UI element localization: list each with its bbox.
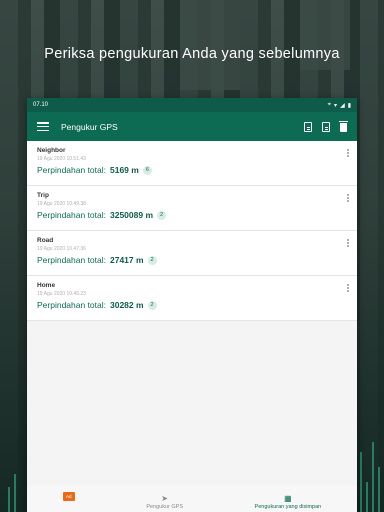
nav-ad[interactable]: Ad	[62, 492, 75, 510]
document-export-icon[interactable]	[322, 121, 330, 132]
app-bar-actions	[304, 121, 348, 132]
list-item[interactable]: Trip 19 Agu 2020 10.49.38 Perpindahan to…	[27, 186, 357, 231]
point-count-badge: 2	[147, 255, 157, 265]
total-label: Perpindahan total:	[37, 165, 106, 175]
signal-icon: ◢	[340, 102, 345, 109]
measurement-total: Perpindahan total: 30282 m 2	[37, 300, 347, 310]
total-value: 5169 m	[110, 165, 139, 175]
measurement-name: Road	[37, 237, 54, 244]
status-time: 07.10	[33, 102, 49, 108]
total-label: Perpindahan total:	[37, 300, 106, 310]
list-item[interactable]: Home 19 Agu 2020 10.46.23 Perpindahan to…	[27, 276, 357, 321]
app-title: Pengukur GPS	[61, 121, 118, 132]
document-icon[interactable]	[304, 121, 312, 132]
measurement-date: 19 Agu 2020 10.51.43	[37, 156, 86, 162]
point-count-badge: 6	[142, 165, 152, 175]
measurement-name: Home	[37, 282, 56, 289]
total-value: 30282 m	[110, 300, 144, 310]
status-bar: 07.10 ⌖ ▾ ◢ ▮	[27, 98, 357, 112]
trash-icon[interactable]	[339, 121, 348, 132]
bottom-navigation: Ad ➤ Pengukur GPS ▦ Pengukuran yang disi…	[27, 486, 357, 512]
measurement-total: Perpindahan total: 27417 m 2	[37, 255, 347, 265]
tab-saved-measurements[interactable]: ▦ Pengukuran yang disimpan	[255, 494, 322, 510]
app-bar: Pengukur GPS	[27, 112, 357, 141]
wifi-icon: ▾	[334, 102, 338, 109]
battery-icon: ▮	[347, 102, 351, 109]
point-count-badge: 2	[157, 210, 167, 220]
menu-icon[interactable]	[37, 122, 49, 131]
list-item[interactable]: Road 19 Agu 2020 10.47.36 Perpindahan to…	[27, 231, 357, 276]
measurement-name: Neighbor	[37, 147, 66, 154]
point-count-badge: 2	[147, 300, 157, 310]
list-item[interactable]: Neighbor 19 Agu 2020 10.51.43 Perpindaha…	[27, 141, 357, 186]
total-label: Perpindahan total:	[37, 255, 106, 265]
measurement-date: 19 Agu 2020 10.47.36	[37, 246, 86, 252]
measurement-list: Neighbor 19 Agu 2020 10.51.43 Perpindaha…	[27, 141, 357, 321]
measurement-date: 19 Agu 2020 10.46.23	[37, 291, 86, 297]
more-vert-icon[interactable]	[347, 194, 349, 202]
calendar-icon: ▦	[284, 494, 292, 503]
measurement-date: 19 Agu 2020 10.49.38	[37, 201, 86, 207]
total-label: Perpindahan total:	[37, 210, 106, 220]
promo-headline: Periksa pengukuran Anda yang sebelumnya	[44, 46, 340, 62]
measurement-total: Perpindahan total: 5169 m 6	[37, 165, 347, 175]
more-vert-icon[interactable]	[347, 149, 349, 157]
location-icon: ⌖	[327, 101, 332, 108]
ad-icon: Ad	[62, 492, 75, 501]
app-screen: 07.10 ⌖ ▾ ◢ ▮ Pengukur GPS Neighbor 19 A…	[27, 98, 357, 512]
tab-gps-measure[interactable]: ➤ Pengukur GPS	[146, 494, 183, 510]
more-vert-icon[interactable]	[347, 284, 349, 292]
measurement-name: Trip	[37, 192, 49, 199]
measurement-total: Perpindahan total: 3250089 m 2	[37, 210, 347, 220]
more-vert-icon[interactable]	[347, 239, 349, 247]
status-icons: ⌖ ▾ ◢ ▮	[328, 102, 351, 109]
navigation-arrow-icon: ➤	[161, 494, 168, 503]
tab-label: Pengukuran yang disimpan	[254, 504, 322, 510]
total-value: 3250089 m	[110, 210, 154, 220]
total-value: 27417 m	[110, 255, 144, 265]
tab-label: Pengukur GPS	[146, 504, 183, 510]
